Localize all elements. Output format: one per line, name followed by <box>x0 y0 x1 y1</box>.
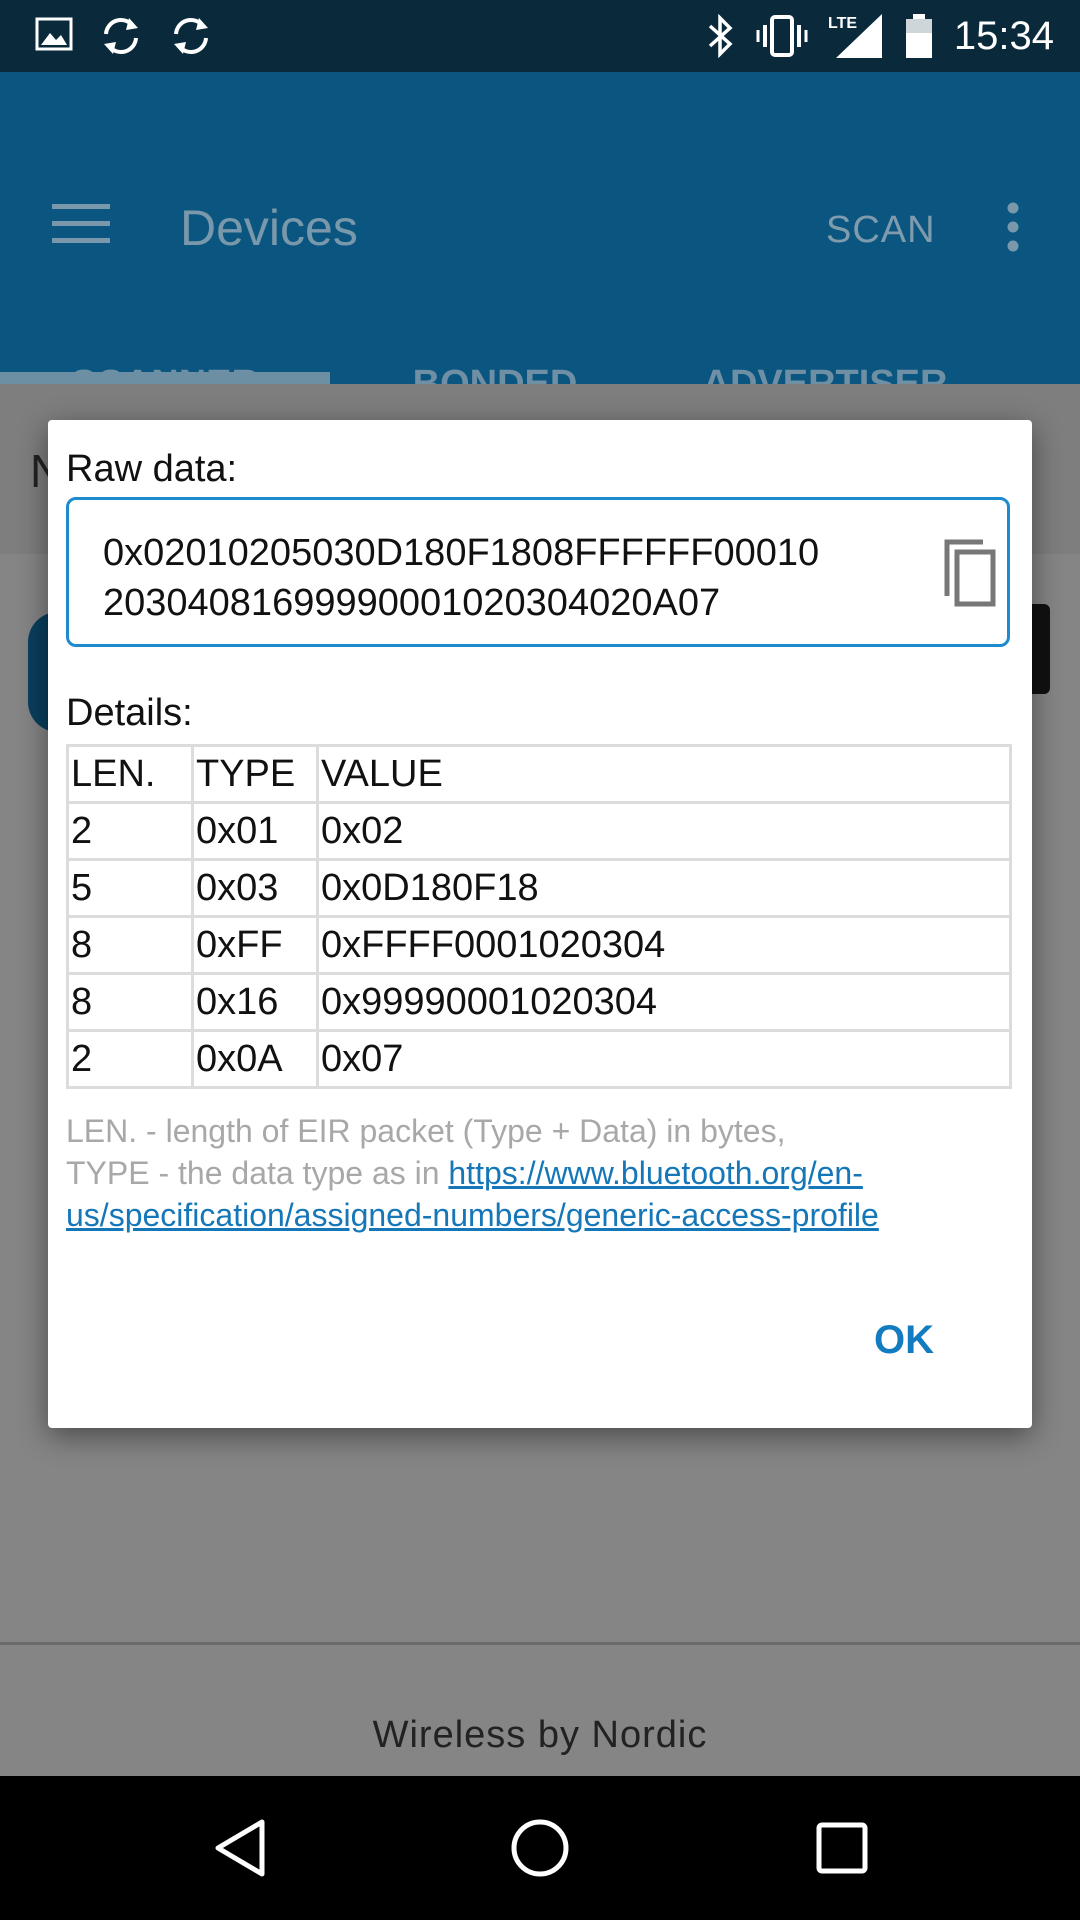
back-icon <box>215 1819 265 1877</box>
raw-data-dialog: Raw data: 0x02010205030D180F1808FFFFFF00… <box>48 420 1032 1428</box>
column-header-type: TYPE <box>191 744 319 804</box>
copy-icon <box>944 539 996 607</box>
footer-brand: Wireless by Nordic <box>372 1714 708 1756</box>
raw-data-line-1: 0x02010205030D180F1808FFFFFF00010 <box>103 532 820 574</box>
recents-icon <box>816 1822 868 1874</box>
cell-type: 0xFF <box>191 915 319 975</box>
column-header-value: VALUE <box>316 744 1012 804</box>
copy-button[interactable] <box>939 538 999 612</box>
home-button[interactable] <box>508 1816 572 1884</box>
raw-data-value: 0x02010205030D180F1808FFFFFF00010 203040… <box>103 528 903 628</box>
cell-type: 0x03 <box>191 858 319 918</box>
table-row: 8 0x16 0x99990001020304 <box>66 972 1012 1032</box>
tab-indicator <box>0 372 330 384</box>
details-note: LEN. - length of EIR packet (Type + Data… <box>66 1110 1026 1236</box>
vibrate-icon <box>756 13 808 59</box>
cell-value: 0x02 <box>316 801 1012 861</box>
page-title: Devices <box>180 200 358 256</box>
raw-data-field[interactable]: 0x02010205030D180F1808FFFFFF00010 203040… <box>66 497 1010 647</box>
note-len: LEN. - length of EIR packet (Type + Data… <box>66 1113 786 1149</box>
status-bar: LTE 15:34 <box>0 0 1080 72</box>
details-label: Details: <box>66 692 193 734</box>
clock: 15:34 <box>953 13 1054 58</box>
image-icon <box>34 14 74 58</box>
cell-value: 0x0D180F18 <box>316 858 1012 918</box>
cell-len: 8 <box>66 972 194 1032</box>
raw-data-label: Raw data: <box>66 448 238 490</box>
cell-len: 5 <box>66 858 194 918</box>
home-icon <box>511 1819 569 1877</box>
cell-type: 0x0A <box>191 1029 319 1089</box>
more-vert-icon <box>1007 202 1019 252</box>
ok-button[interactable]: OK <box>874 1318 934 1363</box>
cell-len: 2 <box>66 1029 194 1089</box>
cell-value: 0xFFFF0001020304 <box>316 915 1012 975</box>
table-header-row: LEN. TYPE VALUE <box>66 744 1012 804</box>
sync-icon <box>168 14 214 58</box>
divider <box>0 1642 1080 1645</box>
cell-len: 2 <box>66 801 194 861</box>
note-type: TYPE - the data type as in <box>66 1155 449 1191</box>
raw-data-line-2: 20304081699990001020304020A07 <box>103 582 721 624</box>
scan-button[interactable]: SCAN <box>826 209 936 252</box>
recents-button[interactable] <box>812 1816 872 1884</box>
cell-value: 0x99990001020304 <box>316 972 1012 1032</box>
table-row: 8 0xFF 0xFFFF0001020304 <box>66 915 1012 975</box>
cell-type: 0x16 <box>191 972 319 1032</box>
column-header-len: LEN. <box>66 744 194 804</box>
details-table: LEN. TYPE VALUE 2 0x01 0x02 5 0x03 0x0D1… <box>66 744 1012 1089</box>
back-button[interactable] <box>210 1816 270 1884</box>
battery-icon <box>904 13 934 59</box>
cell-type: 0x01 <box>191 801 319 861</box>
cell-len: 8 <box>66 915 194 975</box>
lte-signal-icon: LTE <box>828 12 884 60</box>
table-row: 5 0x03 0x0D180F18 <box>66 858 1012 918</box>
sync-icon <box>98 14 144 58</box>
hamburger-icon <box>52 204 110 243</box>
menu-button[interactable] <box>52 202 110 250</box>
app-bar: Devices SCAN SCANNER BONDED ADVERTISER <box>0 72 1080 405</box>
table-row: 2 0x01 0x02 <box>66 801 1012 861</box>
network-type-text: LTE <box>828 15 857 32</box>
table-row: 2 0x0A 0x07 <box>66 1029 1012 1089</box>
overflow-menu-button[interactable] <box>1003 202 1023 256</box>
bluetooth-icon <box>706 13 736 59</box>
navigation-bar <box>0 1776 1080 1920</box>
cell-value: 0x07 <box>316 1029 1012 1089</box>
